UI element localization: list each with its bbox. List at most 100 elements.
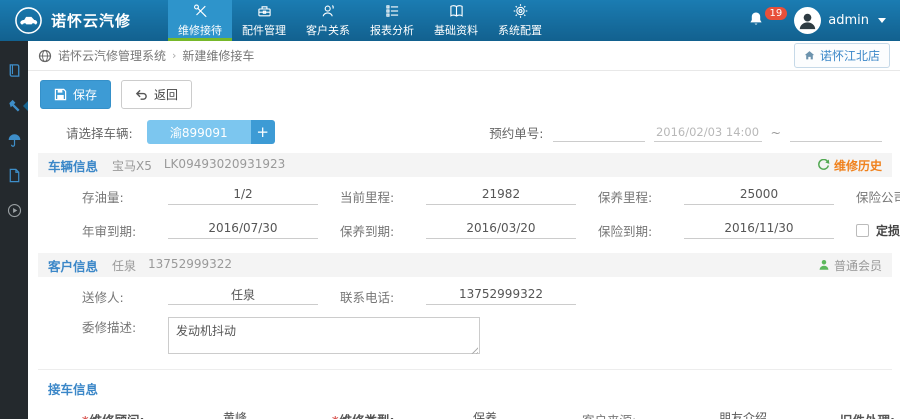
main-nav: 维修接待 配件管理 客户关系 报表分析 基础资料 系统配置 (168, 0, 552, 41)
toolbox-icon (257, 6, 271, 17)
sidebar-item-play[interactable] (0, 193, 28, 228)
insurance-due-input[interactable] (684, 221, 834, 239)
globe-icon (38, 49, 52, 62)
app-title: 诺怀云汽修 (51, 12, 132, 30)
vehicle-select-label: 请选择车辆: (66, 125, 133, 141)
app-logo[interactable]: 诺怀云汽修 (0, 0, 168, 41)
maintenance-due-input[interactable] (426, 221, 576, 239)
repair-description-textarea[interactable]: 发动机抖动 (168, 317, 480, 354)
nav-label: 配件管理 (242, 24, 286, 37)
field-label: 旧件处理: (840, 410, 900, 419)
sidebar-item-repair-tools[interactable] (0, 88, 28, 123)
vehicle-select-row: 请选择车辆: 渝899091 + 预约单号: ~ (38, 117, 892, 153)
maintenance-mileage-input[interactable] (684, 187, 834, 205)
current-mileage-input[interactable] (426, 187, 576, 205)
store-selector-button[interactable]: 诺怀江北店 (793, 43, 890, 68)
repair-history-link[interactable]: 维修历史 (817, 157, 882, 174)
vehicle-info-title: 车辆信息 (48, 158, 99, 174)
form-toolbar: 保存 返回 (28, 71, 900, 117)
play-circle-icon (7, 203, 21, 218)
sidebar-item-insurance[interactable] (0, 123, 28, 158)
damage-assessment-checkbox[interactable] (856, 223, 869, 237)
field-label: 维修顾问: (90, 413, 145, 419)
umbrella-icon (8, 134, 20, 147)
service-advisor-input[interactable] (160, 410, 310, 419)
person-icon (797, 9, 819, 32)
breadcrumb-current: 新建维修接车 (182, 49, 255, 63)
appointment-label: 预约单号: (489, 125, 544, 141)
field-label: 联系电话: (340, 289, 395, 305)
app-window: 诺怀云汽修 维修接待 配件管理 客户关系 报表分析 基础资料 系统配置 19 a… (0, 0, 900, 419)
member-level-label: 普通会员 (833, 258, 882, 273)
history-refresh-icon (818, 158, 830, 170)
contact-phone-input[interactable] (426, 287, 576, 305)
breadcrumb-separator: › (172, 49, 177, 62)
sender-name-input[interactable] (168, 287, 318, 305)
tools-icon (193, 4, 207, 18)
breadcrumb: 诺怀云汽修管理系统 › 新建维修接车 诺怀江北店 (28, 41, 900, 71)
nav-system-config[interactable]: 系统配置 (488, 0, 552, 41)
vehicle-fields-grid: 存油量: 当前里程: 保养里程: 保险公司: 年审到期: 保养到期: 保险到期:… (38, 177, 900, 245)
notification-count-badge[interactable]: 19 (764, 7, 788, 20)
nav-label: 报表分析 (370, 24, 414, 37)
fuel-level-input[interactable] (168, 187, 318, 205)
required-mark: * (82, 413, 89, 419)
member-person-icon (819, 260, 829, 270)
user-avatar[interactable] (794, 7, 822, 34)
appointment-group: 预约单号: ~ (489, 122, 882, 142)
repair-type-input[interactable] (410, 410, 560, 419)
field-label: 客户来源: (582, 410, 662, 419)
customer-name: 任泉 (112, 258, 137, 273)
back-button[interactable]: 返回 (121, 80, 193, 109)
date-range-separator: ~ (770, 124, 781, 140)
vehicle-vin: LK09493020931923 (163, 156, 286, 171)
save-icon (54, 88, 67, 101)
required-mark: * (332, 413, 339, 419)
sidebar-item-book[interactable] (0, 53, 28, 88)
nav-customer-relations[interactable]: 客户关系 (296, 0, 360, 41)
back-label: 返回 (154, 88, 179, 102)
annual-inspection-due-input[interactable] (168, 221, 318, 239)
damage-assessment-label: 定损车辆 (876, 223, 900, 238)
reception-info-title: 接车信息 (38, 369, 892, 400)
notifications-bell-icon[interactable] (748, 11, 764, 31)
file-icon (9, 168, 19, 183)
book-icon (449, 5, 463, 17)
customer-info-section-header: 客户信息 任泉 13752999322 普通会员 (38, 253, 892, 277)
customer-fields-grid: 送修人: 联系电话: (38, 277, 892, 311)
username[interactable]: admin (828, 13, 869, 28)
customer-phone: 13752999322 (148, 256, 233, 271)
customer-source-input[interactable] (668, 410, 818, 419)
add-vehicle-button[interactable]: + (250, 120, 275, 144)
repair-description-row: 委修描述: 发动机抖动 (38, 311, 892, 367)
save-button[interactable]: 保存 (40, 80, 112, 109)
selected-vehicle-plate-chip[interactable]: 渝899091 (146, 120, 251, 144)
field-label: 保险到期: (598, 223, 653, 239)
nav-basic-data[interactable]: 基础资料 (424, 0, 488, 41)
customer-info-title: 客户信息 (48, 258, 99, 274)
nav-parts-management[interactable]: 配件管理 (232, 0, 296, 41)
reception-fields-grid: *维修顾问: *维修类型: 客户来源: 旧件处理: (38, 400, 895, 419)
chevron-down-icon[interactable] (878, 18, 886, 23)
book-icon (9, 64, 19, 77)
sidebar-item-document[interactable] (0, 158, 28, 193)
breadcrumb-root[interactable]: 诺怀云汽修管理系统 (58, 47, 166, 64)
nav-label: 维修接待 (178, 24, 222, 37)
field-label: 存油量: (82, 189, 124, 205)
nav-label: 系统配置 (498, 24, 542, 37)
nav-report-analysis[interactable]: 报表分析 (360, 0, 424, 41)
field-label: 维修类型: (340, 413, 395, 419)
field-label: 保险公司: (856, 189, 900, 205)
nav-repair-reception[interactable]: 维修接待 (168, 0, 232, 41)
field-label: 送修人: (82, 289, 124, 305)
field-label: 委修描述: (82, 320, 137, 335)
nav-label: 客户关系 (306, 24, 350, 37)
save-label: 保存 (73, 88, 98, 102)
appointment-date-end-input[interactable] (790, 122, 882, 142)
home-icon (804, 51, 815, 60)
appointment-number-input[interactable] (552, 122, 645, 142)
vehicle-model: 宝马X5 (112, 158, 152, 173)
top-header: 诺怀云汽修 维修接待 配件管理 客户关系 报表分析 基础资料 系统配置 19 a… (0, 0, 900, 41)
appointment-date-input[interactable] (653, 122, 762, 142)
people-icon (322, 5, 334, 17)
